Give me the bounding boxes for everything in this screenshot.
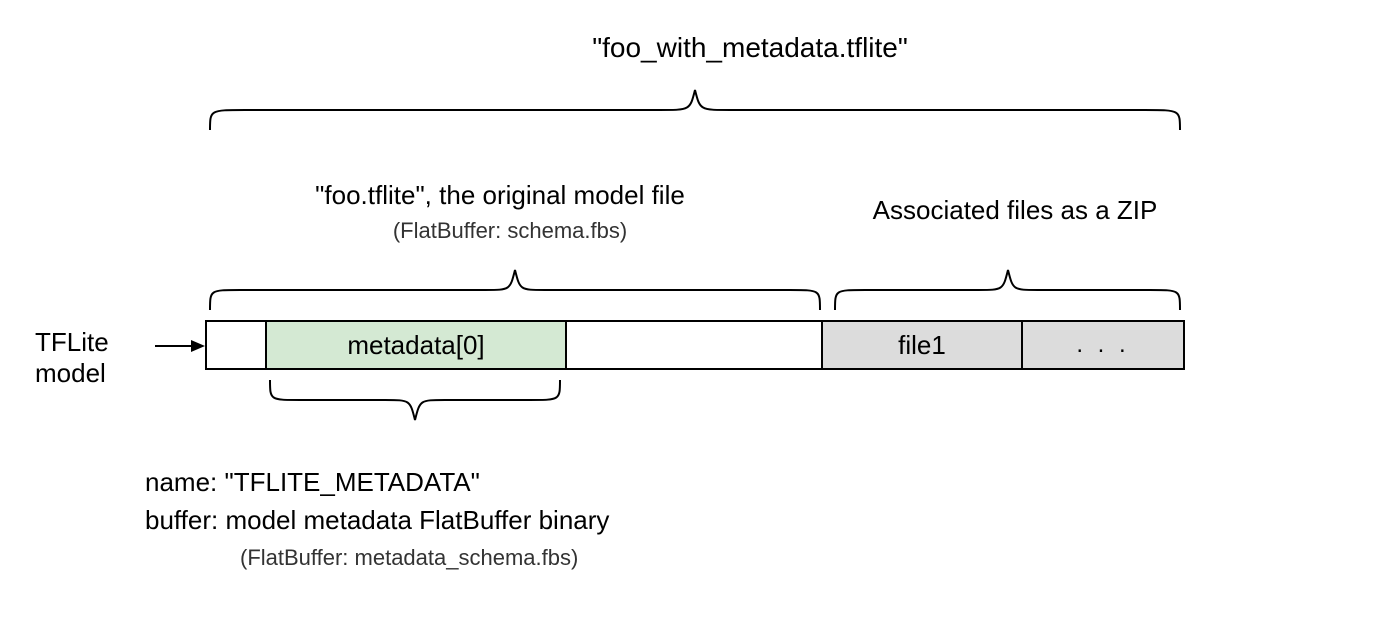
arrow-right-icon	[155, 336, 205, 356]
metadata-sub-line: (FlatBuffer: metadata_schema.fbs)	[240, 545, 578, 571]
metadata-buffer-line: buffer: model metadata FlatBuffer binary	[145, 505, 609, 536]
section1-title: "foo.tflite", the original model file	[270, 180, 730, 211]
metadata-name-line: name: "TFLITE_METADATA"	[145, 467, 480, 498]
cell-model-rest	[567, 322, 823, 368]
cell-metadata: metadata[0]	[267, 322, 567, 368]
cell-file1: file1	[823, 322, 1023, 368]
model-structure-row: metadata[0] file1 . . .	[205, 320, 1185, 370]
top-title: "foo_with_metadata.tflite"	[550, 32, 950, 64]
brace-top-all	[205, 80, 1185, 140]
tflite-model-label-line1: TFLite	[35, 327, 109, 357]
brace-metadata-below	[265, 375, 565, 435]
cell-leading-gap	[207, 322, 267, 368]
tflite-model-label: TFLite model	[35, 327, 109, 389]
tflite-model-label-line2: model	[35, 358, 106, 388]
cell-ellipsis: . . .	[1023, 322, 1183, 368]
section2-title: Associated files as a ZIP	[830, 195, 1200, 226]
section1-subtitle: (FlatBuffer: schema.fbs)	[380, 218, 640, 244]
brace-section2	[830, 260, 1185, 320]
brace-section1	[205, 260, 825, 320]
